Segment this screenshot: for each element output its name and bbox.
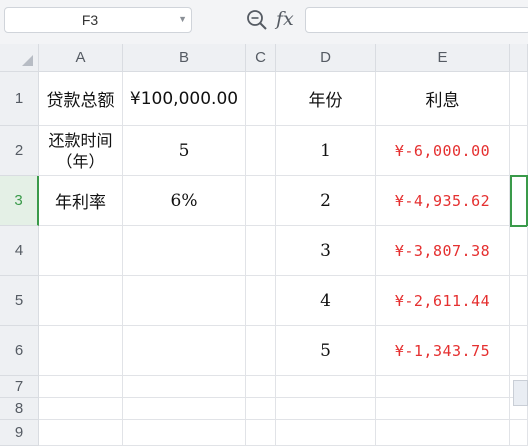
cell-d2[interactable]: 1 <box>276 126 376 176</box>
cell-e4[interactable]: ¥-3,807.38 <box>376 226 510 276</box>
cell-d5[interactable]: 4 <box>276 276 376 326</box>
row-header-9[interactable]: 9 <box>0 420 39 446</box>
column-header-b[interactable]: B <box>123 44 246 72</box>
cell-a1[interactable]: 贷款总额 <box>39 72 123 126</box>
cell-b2[interactable]: 5 <box>123 126 246 176</box>
cell-a3[interactable]: 年利率 <box>39 176 123 226</box>
cell-a2[interactable]: 还款时间 （年） <box>39 126 123 176</box>
chevron-down-icon[interactable]: ▼ <box>178 14 187 24</box>
cell-b4[interactable] <box>123 226 246 276</box>
cell-b5[interactable] <box>123 276 246 326</box>
cell-b6[interactable] <box>123 326 246 376</box>
cell-c3[interactable] <box>246 176 276 226</box>
cell-c4[interactable] <box>246 226 276 276</box>
row-header-4[interactable]: 4 <box>0 226 39 276</box>
column-header-a[interactable]: A <box>39 44 123 72</box>
cell-d3[interactable]: 2 <box>276 176 376 226</box>
row-header-3[interactable]: 3 <box>0 176 39 226</box>
column-header-f[interactable] <box>510 44 528 72</box>
cell-d9[interactable] <box>276 420 376 446</box>
cell-d8[interactable] <box>276 398 376 420</box>
cell-c2[interactable] <box>246 126 276 176</box>
cell-e5[interactable]: ¥-2,611.44 <box>376 276 510 326</box>
column-header-e[interactable]: E <box>376 44 510 72</box>
cell-f2[interactable] <box>510 126 528 176</box>
cell-e9[interactable] <box>376 420 510 446</box>
cell-e6[interactable]: ¥-1,343.75 <box>376 326 510 376</box>
row-header-8[interactable]: 8 <box>0 398 39 420</box>
column-header-c[interactable]: C <box>246 44 276 72</box>
cell-d4[interactable]: 3 <box>276 226 376 276</box>
cell-c6[interactable] <box>246 326 276 376</box>
cell-a6[interactable] <box>39 326 123 376</box>
name-box[interactable]: F3 ▼ <box>4 7 192 33</box>
select-all-corner[interactable] <box>0 44 39 72</box>
paste-options-button[interactable] <box>513 380 528 406</box>
fx-icon[interactable]: fx <box>276 8 294 30</box>
cell-b8[interactable] <box>123 398 246 420</box>
cell-f9[interactable] <box>510 420 528 446</box>
cell-c8[interactable] <box>246 398 276 420</box>
cell-c7[interactable] <box>246 376 276 398</box>
row-header-5[interactable]: 5 <box>0 276 39 326</box>
cell-d7[interactable] <box>276 376 376 398</box>
cell-b1[interactable]: ¥100,000.00 <box>123 72 246 126</box>
cell-a8[interactable] <box>39 398 123 420</box>
row-header-7[interactable]: 7 <box>0 376 39 398</box>
column-header-d[interactable]: D <box>276 44 376 72</box>
cell-c5[interactable] <box>246 276 276 326</box>
cell-e8[interactable] <box>376 398 510 420</box>
cell-f1[interactable] <box>510 72 528 126</box>
cell-b9[interactable] <box>123 420 246 446</box>
cell-f5[interactable] <box>510 276 528 326</box>
cell-d1[interactable]: 年份 <box>276 72 376 126</box>
cell-a5[interactable] <box>39 276 123 326</box>
cell-f4[interactable] <box>510 226 528 276</box>
zoom-search-icon[interactable] <box>246 9 268 31</box>
active-cell-f3[interactable] <box>510 175 528 227</box>
formula-bar-input[interactable] <box>305 7 528 33</box>
name-box-value: F3 <box>81 12 99 28</box>
cell-a9[interactable] <box>39 420 123 446</box>
cell-b3[interactable]: 6% <box>123 176 246 226</box>
row-header-2[interactable]: 2 <box>0 126 39 176</box>
cell-e3[interactable]: ¥-4,935.62 <box>376 176 510 226</box>
cell-e7[interactable] <box>376 376 510 398</box>
row-header-6[interactable]: 6 <box>0 326 39 376</box>
cell-a7[interactable] <box>39 376 123 398</box>
cell-e2[interactable]: ¥-6,000.00 <box>376 126 510 176</box>
spreadsheet-grid: A B C D E 1 2 3 4 5 6 7 8 9 贷款总额 ¥100,00… <box>0 44 528 446</box>
cell-f6[interactable] <box>510 326 528 376</box>
select-all-icon <box>22 55 33 66</box>
cell-c1[interactable] <box>246 72 276 126</box>
cell-b7[interactable] <box>123 376 246 398</box>
formula-toolbar: F3 ▼ fx <box>0 0 528 45</box>
cell-c9[interactable] <box>246 420 276 446</box>
cell-e1[interactable]: 利息 <box>376 72 510 126</box>
row-header-1[interactable]: 1 <box>0 72 39 126</box>
cell-a4[interactable] <box>39 226 123 276</box>
cell-d6[interactable]: 5 <box>276 326 376 376</box>
